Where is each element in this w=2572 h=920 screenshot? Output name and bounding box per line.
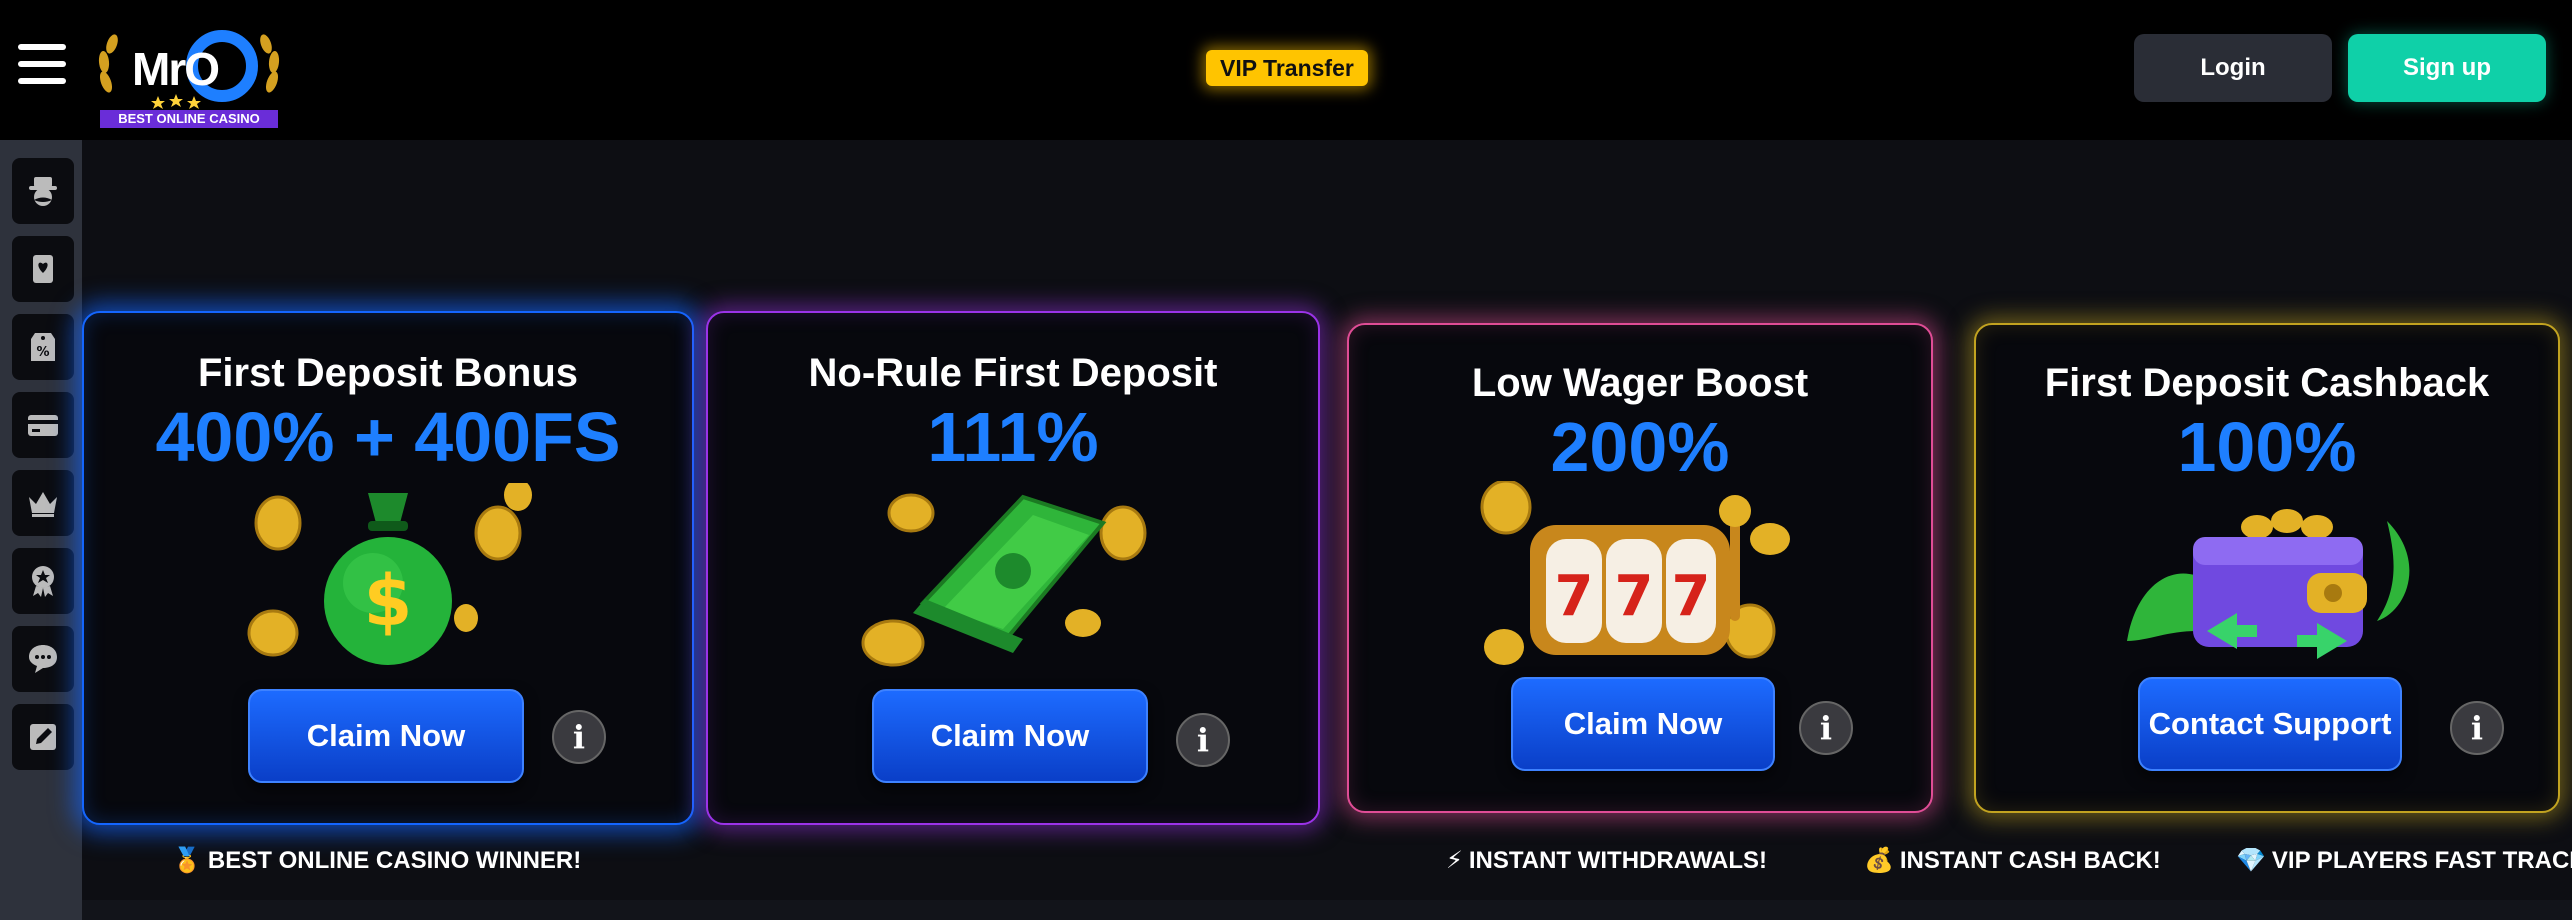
top-header: MrO BEST ONLINE CASINO VIP Transfer Logi…: [0, 0, 2572, 140]
edit-document-icon: [30, 724, 56, 750]
sidebar-item-support[interactable]: [12, 626, 74, 692]
sidebar-item-vip[interactable]: [12, 470, 74, 536]
claim-now-button[interactable]: Claim Now: [872, 689, 1148, 783]
sidebar-item-rewards[interactable]: [12, 548, 74, 614]
sidebar-item-mascot[interactable]: [12, 158, 74, 224]
info-icon[interactable]: i: [2450, 701, 2504, 755]
promo-amount: 200%: [1550, 408, 1730, 486]
slot-machine-icon: 7 7 7: [1480, 481, 1790, 665]
svg-text:7: 7: [1672, 564, 1711, 629]
logo-wordmark: MrO: [132, 43, 220, 95]
wallet-cashback-icon: [2127, 509, 2410, 659]
ticker-text: INSTANT CASH BACK!: [1899, 847, 2161, 874]
lightning-icon: ⚡: [1446, 847, 1463, 874]
promo-card-no-rule-first-deposit: No-Rule First Deposit 111% Claim Now i: [706, 311, 1320, 825]
money-bag-icon: $: [247, 483, 532, 665]
promo-title: First Deposit Cashback: [2044, 361, 2490, 405]
promo-amount: 111%: [927, 398, 1099, 476]
svg-text:%: %: [36, 345, 49, 360]
medal-icon: 🏅: [172, 847, 202, 874]
bottom-strip: [82, 900, 2572, 920]
sidebar-item-blog[interactable]: [12, 704, 74, 770]
promo-amount: 100%: [2177, 408, 2357, 486]
promo-card-low-wager-boost: Low Wager Boost 200% 7 7 7 Claim Now i: [1347, 323, 1933, 813]
contact-support-button[interactable]: Contact Support: [2138, 677, 2402, 771]
diamond-icon: 💎: [2236, 847, 2266, 874]
login-button[interactable]: Login: [2134, 34, 2332, 102]
crown-icon: [29, 492, 57, 517]
logo-tagline: BEST ONLINE CASINO: [118, 111, 260, 126]
info-icon[interactable]: i: [552, 710, 606, 764]
info-icon[interactable]: i: [1799, 701, 1853, 755]
award-badge-icon: [32, 566, 54, 597]
svg-text:7: 7: [1615, 564, 1654, 629]
credit-card-icon: [28, 415, 58, 436]
promo-title: Low Wager Boost: [1471, 361, 1809, 405]
claim-now-button[interactable]: Claim Now: [248, 689, 524, 783]
promo-amount: 400% + 400FS: [155, 398, 621, 476]
signup-button[interactable]: Sign up: [2348, 34, 2546, 102]
promo-card-first-deposit-bonus: First Deposit Bonus 400% + 400FS $ Claim…: [82, 311, 694, 825]
vip-transfer-badge[interactable]: VIP Transfer: [1206, 50, 1368, 86]
ticker-text: INSTANT WITHDRAWALS!: [1468, 847, 1768, 874]
sidebar-item-promotions[interactable]: %: [12, 314, 74, 380]
ticker-text: BEST ONLINE CASINO WINNER!: [207, 847, 582, 874]
cash-stack-icon: [861, 493, 1147, 667]
svg-text:$: $: [364, 560, 413, 642]
percent-tag-icon: %: [31, 333, 55, 361]
promo-title: First Deposit Bonus: [197, 351, 579, 395]
ticker-text: VIP PLAYERS FAST TRACK!: [2271, 847, 2572, 874]
ticker-item: 💰 INSTANT CASH BACK!: [1864, 846, 2161, 875]
mr-o-mascot-icon: [29, 177, 57, 206]
money-bag-icon: 💰: [1864, 847, 1894, 874]
claim-now-button[interactable]: Claim Now: [1511, 677, 1775, 771]
site-logo[interactable]: MrO BEST ONLINE CASINO: [96, 24, 282, 128]
sidebar-item-banking[interactable]: [12, 392, 74, 458]
ticker-item: 💎 VIP PLAYERS FAST TRACK!: [2236, 846, 2572, 875]
info-icon[interactable]: i: [1176, 713, 1230, 767]
svg-text:7: 7: [1555, 564, 1594, 629]
hamburger-icon[interactable]: [18, 44, 66, 84]
left-sidebar: %: [0, 140, 82, 920]
ticker-item: 🏅 BEST ONLINE CASINO WINNER!: [172, 846, 581, 875]
support-chat-icon: [29, 645, 57, 673]
sidebar-item-cards[interactable]: [12, 236, 74, 302]
ticker-item: ⚡ INSTANT WITHDRAWALS!: [1446, 846, 1767, 875]
promo-title: No-Rule First Deposit: [808, 351, 1218, 395]
promo-card-first-deposit-cashback: First Deposit Cashback 100% Contact Supp…: [1974, 323, 2560, 813]
playing-card-icon: [33, 255, 53, 283]
